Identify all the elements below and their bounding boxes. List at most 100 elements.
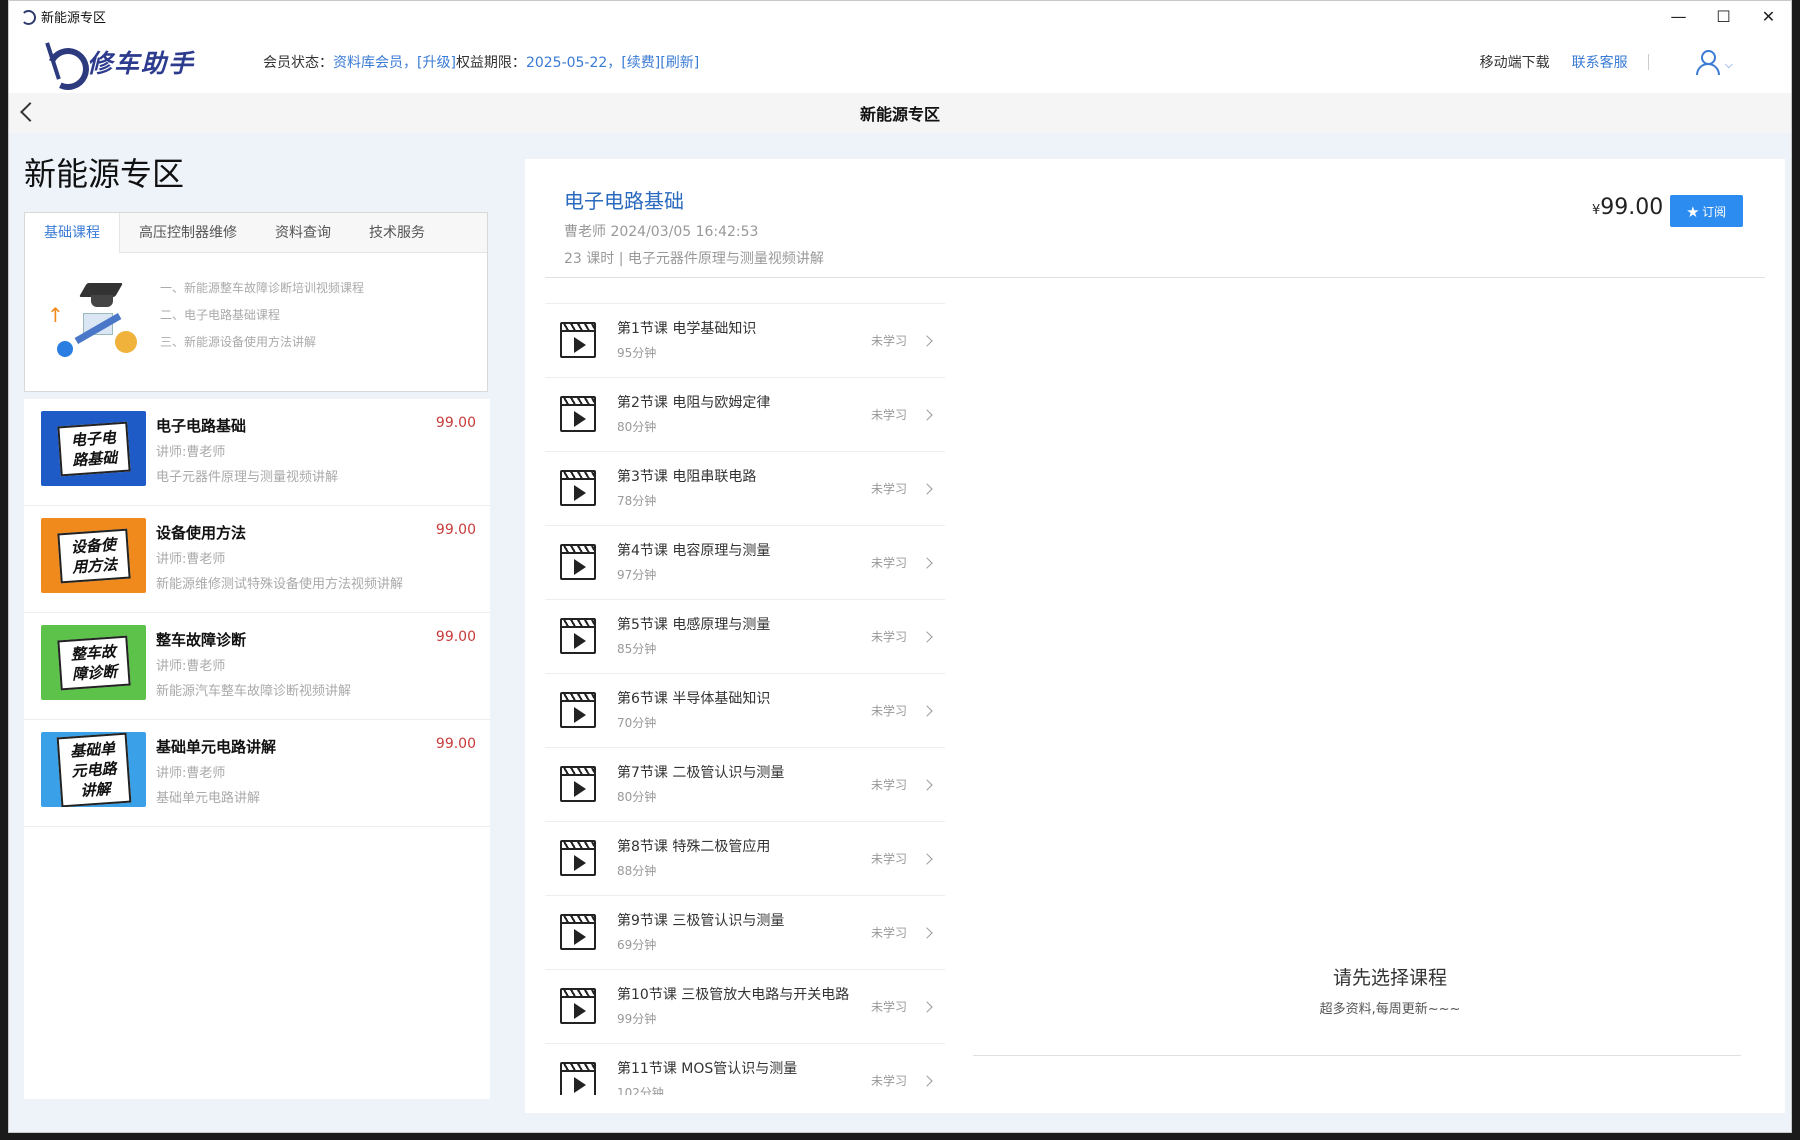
- video-play-icon: [560, 544, 596, 580]
- subscribe-button[interactable]: ★ 订阅: [1670, 195, 1743, 227]
- membership-status: 会员状态：资料库会员，[升级]权益期限：2025-05-22，[续费][刷新]: [263, 52, 699, 72]
- app-logo[interactable]: 修车助手: [41, 40, 211, 84]
- course-item[interactable]: 基础单元电路讲解 基础单元电路讲解 99.00 讲师:曹老师 基础单元电路讲解: [24, 720, 490, 827]
- contact-service-link[interactable]: 联系客服: [1572, 52, 1628, 72]
- refresh-link[interactable]: [刷新]: [660, 55, 699, 71]
- course-teacher: 讲师:曹老师: [156, 445, 226, 460]
- tab-content: ↑ 一、新能源整车故障诊断培训视频课程 二、电子电路基础课程 三、新能源设备使用…: [25, 253, 487, 391]
- course-price: 99.00: [435, 415, 476, 431]
- lesson-duration: 88分钟: [617, 864, 657, 878]
- lesson-item[interactable]: 第3节课 电阻串联电路 78分钟 未学习: [545, 451, 945, 525]
- lesson-item[interactable]: 第5节课 电感原理与测量 85分钟 未学习: [545, 599, 945, 673]
- lesson-duration: 70分钟: [617, 716, 657, 730]
- tab-data-query[interactable]: 资料查询: [256, 213, 350, 253]
- course-name: 设备使用方法: [156, 524, 247, 542]
- course-item[interactable]: 电子电路基础 电子电路基础 99.00 讲师:曹老师 电子元器件原理与测量视频讲…: [24, 399, 490, 506]
- lesson-duration: 97分钟: [617, 568, 657, 582]
- course-thumbnail: 设备使用方法: [41, 518, 146, 593]
- page-title: 新能源专区: [859, 105, 940, 124]
- course-detail-panel: 电子电路基础 曹老师 2024/03/05 16:42:53 23 课时 | 电…: [525, 159, 1785, 1113]
- lesson-item[interactable]: 第8节课 特殊二极管应用 88分钟 未学习: [545, 821, 945, 895]
- thumbnail-text: 基础单元电路讲解: [56, 732, 131, 807]
- chevron-right-icon: [921, 853, 933, 865]
- lesson-name: 第3节课 电阻串联电路: [617, 469, 757, 485]
- lesson-item[interactable]: 第11节课 MOS管认识与测量 102分钟 未学习: [545, 1043, 945, 1095]
- lesson-status: 未学习: [871, 556, 908, 570]
- lesson-item[interactable]: 第6节课 半导体基础知识 70分钟 未学习: [545, 673, 945, 747]
- lesson-status: 未学习: [871, 1000, 908, 1014]
- thumbnail-text: 电子电路基础: [56, 421, 131, 476]
- empty-state-title: 请先选择课程: [1332, 967, 1447, 989]
- lesson-status: 未学习: [871, 482, 908, 496]
- lesson-item[interactable]: 第9节课 三极管认识与测量 69分钟 未学习: [545, 895, 945, 969]
- mobile-download-link[interactable]: 移动端下载: [1480, 52, 1550, 72]
- lesson-name: 第1节课 电学基础知识: [617, 321, 757, 337]
- chevron-right-icon: [921, 409, 933, 421]
- course-desc: 新能源汽车整车故障诊断视频讲解: [156, 684, 352, 699]
- lesson-duration: 95分钟: [617, 346, 657, 360]
- header-actions: 移动端下载 联系客服 ⌵: [1480, 31, 1791, 93]
- lesson-item[interactable]: 第1节课 电学基础知识 95分钟 未学习: [545, 303, 945, 377]
- lesson-name: 第7节课 二极管认识与测量: [617, 765, 785, 781]
- lesson-item[interactable]: 第7节课 二极管认识与测量 80分钟 未学习: [545, 747, 945, 821]
- course-teacher: 讲师:曹老师: [156, 552, 226, 567]
- video-play-icon: [560, 470, 596, 506]
- video-play-icon: [560, 914, 596, 950]
- lesson-duration: 99分钟: [617, 1012, 657, 1026]
- video-play-icon: [560, 618, 596, 654]
- app-header: 修车助手 会员状态：资料库会员，[升级]权益期限：2025-05-22，[续费]…: [9, 31, 1791, 93]
- user-avatar-icon[interactable]: [1695, 49, 1720, 75]
- price-value: 99.00: [1600, 195, 1664, 220]
- lesson-duration: 80分钟: [617, 790, 657, 804]
- course-thumbnail: 基础单元电路讲解: [41, 732, 146, 807]
- lesson-status: 未学习: [871, 778, 908, 792]
- chevron-right-icon: [921, 705, 933, 717]
- chevron-right-icon: [921, 557, 933, 569]
- renew-link[interactable]: [续费]: [621, 55, 660, 71]
- window-controls: — ☐ ✕: [1656, 1, 1791, 31]
- video-play-icon: [560, 692, 596, 728]
- lesson-status: 未学习: [871, 630, 908, 644]
- chevron-right-icon: [921, 779, 933, 791]
- outline-item: 三、新能源设备使用方法讲解: [160, 335, 317, 349]
- course-detail-title: 电子电路基础: [564, 189, 684, 213]
- lesson-duration: 78分钟: [617, 494, 657, 508]
- video-play-icon: [560, 766, 596, 802]
- graduation-cap-illustration-icon: ↑: [43, 283, 143, 363]
- minimize-button[interactable]: —: [1656, 1, 1701, 31]
- lesson-item[interactable]: 第10节课 三极管放大电路与开关电路 99分钟 未学习: [545, 969, 945, 1043]
- course-price: 99.00: [435, 522, 476, 538]
- tab-hv-controller-repair[interactable]: 高压控制器维修: [120, 213, 256, 253]
- lesson-item[interactable]: 第2节课 电阻与欧姆定律 80分钟 未学习: [545, 377, 945, 451]
- course-teacher: 讲师:曹老师: [156, 659, 226, 674]
- lesson-item[interactable]: 第4节课 电容原理与测量 97分钟 未学习: [545, 525, 945, 599]
- back-arrow-icon[interactable]: [20, 102, 40, 122]
- tab-tech-service[interactable]: 技术服务: [350, 213, 444, 253]
- course-item[interactable]: 整车故障诊断 整车故障诊断 99.00 讲师:曹老师 新能源汽车整车故障诊断视频…: [24, 613, 490, 720]
- tab-basic-courses[interactable]: 基础课程: [25, 213, 120, 253]
- lesson-name: 第8节课 特殊二极管应用: [617, 839, 771, 855]
- detail-divider: [545, 277, 1765, 278]
- member-level: 资料库会员，: [333, 55, 417, 71]
- maximize-button[interactable]: ☐: [1701, 1, 1746, 31]
- upgrade-link[interactable]: [升级]: [417, 55, 456, 71]
- course-name: 基础单元电路讲解: [156, 738, 277, 756]
- course-detail-meta: 曹老师 2024/03/05 16:42:53: [564, 224, 759, 240]
- video-play-icon: [560, 1062, 596, 1095]
- course-item[interactable]: 设备使用方法 设备使用方法 99.00 讲师:曹老师 新能源维修测试特殊设备使用…: [24, 506, 490, 613]
- member-label: 会员状态：: [263, 55, 333, 71]
- wrench-logo-icon: [41, 40, 87, 84]
- lesson-name: 第5节课 电感原理与测量: [617, 617, 771, 633]
- lesson-status: 未学习: [871, 926, 908, 940]
- lesson-name: 第10节课 三极管放大电路与开关电路: [617, 987, 850, 1003]
- lesson-list: 第1节课 电学基础知识 95分钟 未学习 第2节课 电阻与欧姆定律 80分钟 未…: [545, 303, 945, 1095]
- video-play-icon: [560, 396, 596, 432]
- logo-text: 修车助手: [87, 49, 196, 78]
- expiry-date: 2025-05-22，: [525, 55, 622, 71]
- course-detail-price: ¥99.00: [1592, 195, 1663, 220]
- lesson-status: 未学习: [871, 334, 908, 348]
- lesson-duration: 80分钟: [617, 420, 657, 434]
- close-button[interactable]: ✕: [1746, 1, 1791, 31]
- course-desc: 电子元器件原理与测量视频讲解: [156, 470, 339, 485]
- chevron-down-icon[interactable]: ⌵: [1725, 58, 1733, 72]
